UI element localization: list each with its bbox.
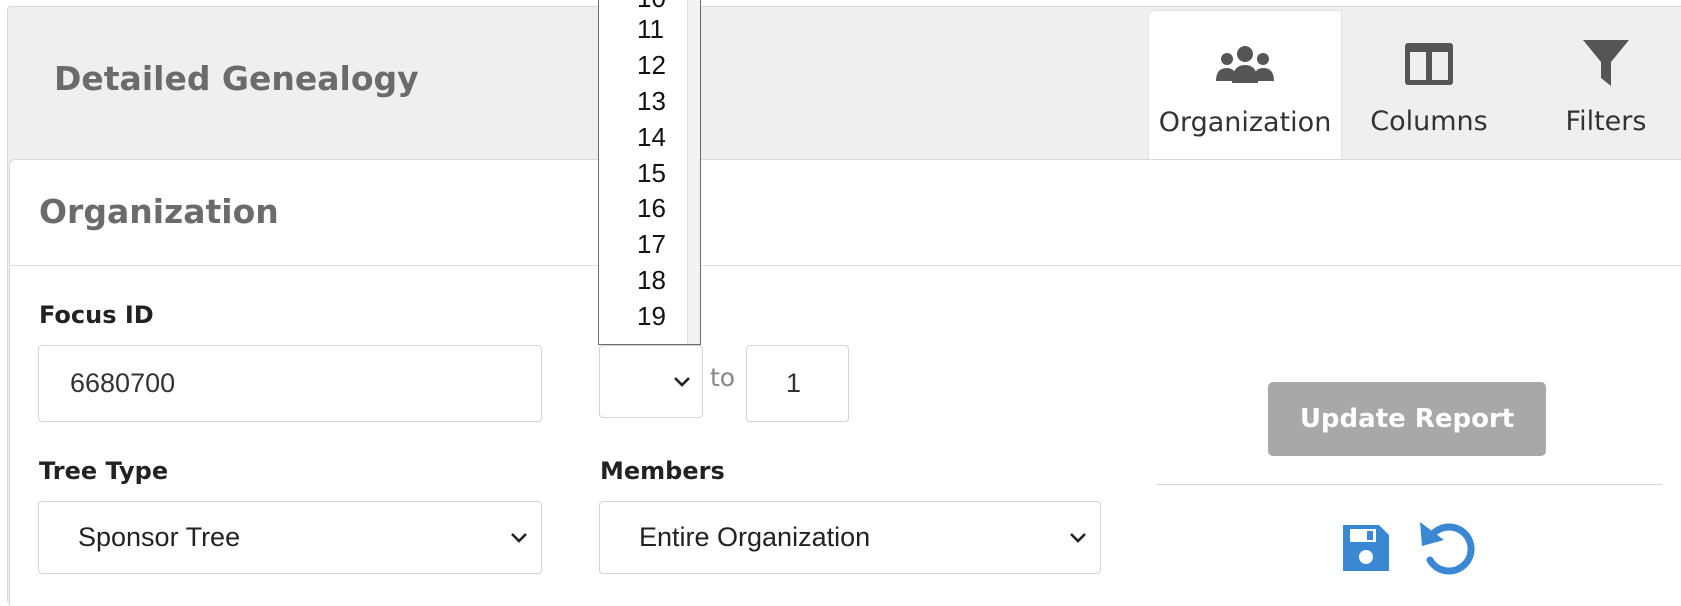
section-divider: [10, 265, 1681, 266]
focus-id-label: Focus ID: [39, 301, 154, 329]
dropdown-option[interactable]: 14: [637, 122, 666, 153]
level-to-input[interactable]: 1: [746, 345, 849, 422]
tab-organization[interactable]: Organization: [1148, 10, 1342, 160]
report-title: Detailed Genealogy: [54, 59, 419, 98]
users-icon: [1213, 35, 1277, 95]
dropdown-option[interactable]: 13: [637, 86, 666, 117]
save-icon[interactable]: [1338, 520, 1394, 576]
chevron-down-icon: [509, 531, 529, 545]
range-to-text: to: [710, 363, 736, 392]
tab-filters[interactable]: Filters: [1516, 10, 1681, 160]
tab-columns[interactable]: Columns: [1342, 10, 1516, 160]
tab-columns-label: Columns: [1370, 106, 1488, 137]
reset-icon[interactable]: [1416, 516, 1478, 578]
members-select[interactable]: Entire Organization: [599, 501, 1101, 574]
focus-id-value: 6680700: [70, 368, 176, 398]
dropdown-option[interactable]: 11: [637, 14, 664, 45]
dropdown-option[interactable]: 10: [637, 0, 666, 14]
dropdown-option[interactable]: 19: [637, 301, 666, 332]
tree-type-select[interactable]: Sponsor Tree: [38, 501, 542, 574]
tab-bar: Organization Columns Filters: [1148, 10, 1681, 160]
chevron-down-icon: [672, 375, 692, 389]
chevron-down-icon: [1068, 531, 1088, 545]
dropdown-option[interactable]: 15: [637, 158, 666, 189]
tree-type-label: Tree Type: [39, 457, 169, 485]
columns-icon: [1403, 34, 1455, 94]
members-label: Members: [600, 457, 725, 485]
level-dropdown-list[interactable]: 10 11 12 13 14 15 16 17 18 19: [598, 0, 701, 345]
level-from-select[interactable]: [599, 345, 703, 418]
tab-filters-label: Filters: [1565, 106, 1647, 137]
dropdown-scrollbar[interactable]: [687, 0, 700, 344]
filter-icon: [1581, 34, 1631, 94]
section-title: Organization: [39, 192, 279, 231]
dropdown-option[interactable]: 17: [637, 229, 666, 260]
dropdown-option[interactable]: 18: [637, 265, 666, 296]
focus-id-input[interactable]: 6680700: [38, 345, 542, 422]
members-value: Entire Organization: [639, 522, 871, 552]
actions-divider: [1157, 484, 1662, 485]
dropdown-option[interactable]: 12: [637, 50, 666, 81]
level-to-value: 1: [786, 368, 802, 398]
update-report-button[interactable]: Update Report: [1268, 382, 1546, 456]
tree-type-value: Sponsor Tree: [78, 522, 241, 552]
dropdown-option[interactable]: 16: [637, 193, 666, 224]
tab-organization-label: Organization: [1158, 107, 1332, 138]
